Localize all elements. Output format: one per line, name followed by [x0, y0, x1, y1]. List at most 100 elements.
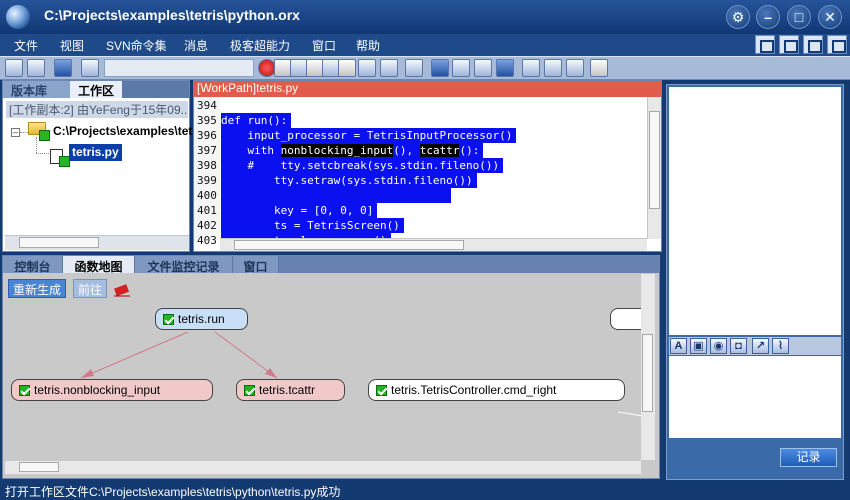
- line-number: 398: [197, 159, 217, 172]
- menu-view[interactable]: 视图: [60, 37, 84, 54]
- menu-geek[interactable]: 极客超能力: [230, 37, 290, 54]
- document-icon[interactable]: [405, 59, 423, 77]
- scroll-thumb[interactable]: [19, 462, 59, 472]
- text-icon[interactable]: A: [670, 338, 687, 354]
- line-number: 395: [197, 114, 217, 127]
- workspace-tabs: 版本库 工作区: [3, 81, 189, 98]
- scroll-thumb[interactable]: [642, 334, 653, 412]
- menu-help[interactable]: 帮助: [356, 37, 380, 54]
- export-icon[interactable]: [566, 59, 584, 77]
- layout-button-3[interactable]: [803, 35, 823, 54]
- close-icon[interactable]: ✕: [818, 5, 842, 29]
- menu-file[interactable]: 文件: [14, 37, 38, 54]
- folder-status-check-icon: [39, 130, 50, 141]
- status-bar: 打开工作区文件C:\Projects\examples\tetris\pytho…: [0, 481, 850, 500]
- pin-icon[interactable]: [380, 59, 398, 77]
- tree-connector: [36, 137, 37, 153]
- line-number: 394: [197, 99, 217, 112]
- minimize-icon[interactable]: –: [756, 5, 780, 29]
- highlight-nonblocking: nonblocking_input: [280, 144, 394, 157]
- search-folder-icon[interactable]: [27, 59, 45, 77]
- menu-bar: 文件 视图 SVN命令集 消息 极客超能力 窗口 帮助: [0, 34, 850, 56]
- toolbar: [0, 56, 850, 80]
- check-icon: [376, 385, 387, 396]
- notes-panel: A ▣ ◉ ◘ ↗ ⌇ 记录: [666, 84, 844, 480]
- working-copy-info: [工作副本:2] 由YeFeng于15年09...: [6, 101, 188, 118]
- save-icon[interactable]: [54, 59, 72, 77]
- notes-toolbar: A ▣ ◉ ◘ ↗ ⌇: [669, 337, 841, 355]
- tree-expander[interactable]: –: [11, 128, 20, 137]
- line-number-gutter: 394 395 396 397 398 399 400 401 402 403: [194, 97, 220, 247]
- record-button[interactable]: 记录: [780, 448, 837, 467]
- node-tetris-run[interactable]: tetris.run: [155, 308, 248, 330]
- tree-root-label[interactable]: C:\Projects\examples\tetr: [53, 124, 197, 138]
- code-line: [221, 188, 451, 203]
- tab-workspace[interactable]: 工作区: [70, 81, 122, 98]
- horizontal-scrollbar[interactable]: [220, 238, 647, 251]
- attach-icon[interactable]: ⌇: [772, 338, 789, 354]
- menu-messages[interactable]: 消息: [184, 37, 208, 54]
- open-folder-icon[interactable]: [5, 59, 23, 77]
- call-graph-edges: [80, 331, 643, 417]
- line-number: 400: [197, 189, 217, 202]
- window-icon[interactable]: [522, 59, 540, 77]
- window-title: C:\Projects\examples\tetris\python.orx: [44, 7, 300, 23]
- line-number: 403: [197, 234, 217, 247]
- layout-button-1[interactable]: [755, 35, 775, 54]
- vertical-scrollbar[interactable]: [641, 274, 655, 460]
- tab-repository[interactable]: 版本库: [3, 81, 70, 98]
- code-line: # tty.setcbreak(sys.stdin.fileno()): [221, 158, 504, 173]
- code-line: ts = TetrisScreen(): [221, 218, 404, 233]
- menu-svn[interactable]: SVN命令集: [106, 37, 167, 54]
- edge-run-nonblocking: [80, 331, 189, 379]
- node-tcattr[interactable]: tetris.tcattr: [236, 379, 345, 401]
- scroll-thumb[interactable]: [234, 240, 464, 250]
- check-icon: [244, 385, 255, 396]
- notes-input[interactable]: [669, 356, 841, 438]
- code-line: with nonblocking_input(), tcattr():: [221, 143, 484, 158]
- node-cmd-right[interactable]: tetris.TetrisController.cmd_right: [368, 379, 625, 401]
- camera-icon[interactable]: ◉: [710, 338, 727, 354]
- layout-button-2[interactable]: [779, 35, 799, 54]
- code-line: input_processor = TetrisInputProcessor(): [221, 128, 517, 143]
- title-bar: C:\Projects\examples\tetris\python.orx ⚙…: [0, 0, 850, 34]
- layout-button-4[interactable]: [827, 35, 847, 54]
- image-icon[interactable]: ▣: [690, 338, 707, 354]
- highlight-tcattr: tcattr: [419, 144, 460, 157]
- edge-arrowhead: [81, 369, 94, 378]
- horizontal-scrollbar[interactable]: [5, 461, 641, 474]
- line-number: 402: [197, 219, 217, 232]
- scroll-thumb[interactable]: [19, 237, 99, 248]
- star2-icon[interactable]: [474, 59, 492, 77]
- pen-icon[interactable]: ↗: [752, 338, 769, 354]
- line-number: 401: [197, 204, 217, 217]
- workspace-panel: 版本库 工作区 [工作副本:2] 由YeFeng于15年09... – C:\P…: [2, 80, 197, 252]
- dropdown-icon[interactable]: [338, 59, 356, 77]
- vertical-scrollbar[interactable]: [647, 97, 661, 239]
- print-icon[interactable]: [544, 59, 562, 77]
- toolbar-field: [104, 59, 254, 77]
- tree-connector: [20, 132, 28, 133]
- filter-icon[interactable]: [81, 59, 99, 77]
- check-icon: [163, 314, 174, 325]
- code-line: tty.setraw(sys.stdin.fileno()): [221, 173, 477, 188]
- maximize-icon[interactable]: □: [787, 5, 811, 29]
- function-map-panel: 控制台 函数地图 文件监控记录 窗口 重新生成 前往 tetris.run te…: [2, 255, 660, 479]
- arrow-down-icon[interactable]: [496, 59, 514, 77]
- star-icon[interactable]: [452, 59, 470, 77]
- capture-icon[interactable]: ◘: [730, 338, 747, 354]
- line-number: 396: [197, 129, 217, 142]
- editor-tab[interactable]: [WorkPath]tetris.py: [194, 81, 661, 97]
- scroll-thumb[interactable]: [649, 111, 660, 209]
- arrow-up-icon[interactable]: [431, 59, 449, 77]
- code-editor[interactable]: [WorkPath]tetris.py 394 395 396 397 398 …: [193, 80, 662, 252]
- find-icon[interactable]: [358, 59, 376, 77]
- node-nonblocking-input[interactable]: tetris.nonblocking_input: [11, 379, 213, 401]
- menu-window[interactable]: 窗口: [312, 37, 336, 54]
- refresh-icon[interactable]: [590, 59, 608, 77]
- node-offscreen[interactable]: [610, 308, 641, 330]
- horizontal-scrollbar[interactable]: [5, 235, 189, 250]
- settings-icon[interactable]: ⚙: [726, 5, 750, 29]
- tree-file-item[interactable]: tetris.py: [69, 144, 122, 161]
- notes-preview: [669, 87, 841, 335]
